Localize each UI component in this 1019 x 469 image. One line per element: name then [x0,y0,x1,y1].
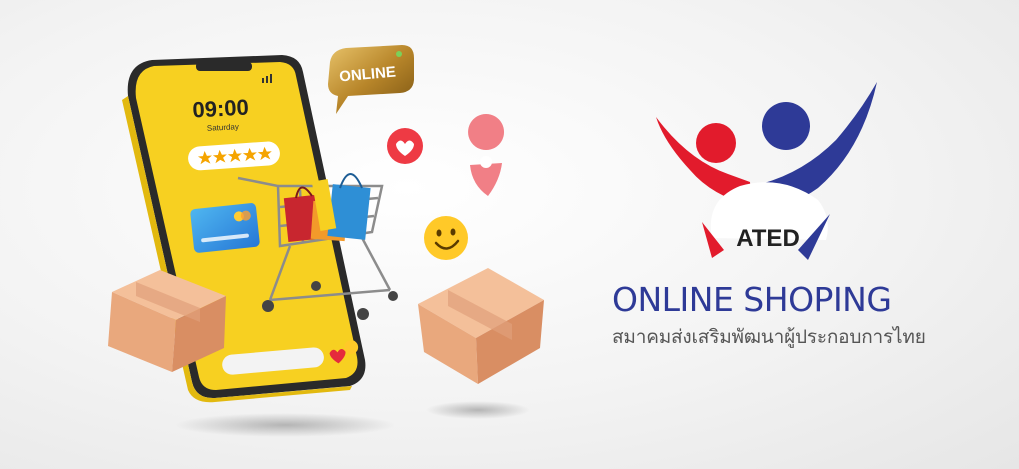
brand-subtitle: สมาคมส่งเสริมพัฒนาผู้ประกอบการไทย [612,326,926,348]
credit-card-icon [190,203,260,253]
hero-illustration: 09:00 Saturday ONLINE ATED [108,45,877,437]
phone-shadow [175,413,395,437]
phone-day: Saturday [207,122,239,133]
heart-icon [387,128,423,164]
smiley-icon [424,216,468,260]
phone-time: 09:00 [192,95,250,123]
box-shadow [426,401,530,419]
logo-text: ATED [736,225,800,252]
location-pin-icon [468,114,505,196]
brand-title: ONLINE SHOPING [612,280,892,319]
box-icon [418,268,544,384]
